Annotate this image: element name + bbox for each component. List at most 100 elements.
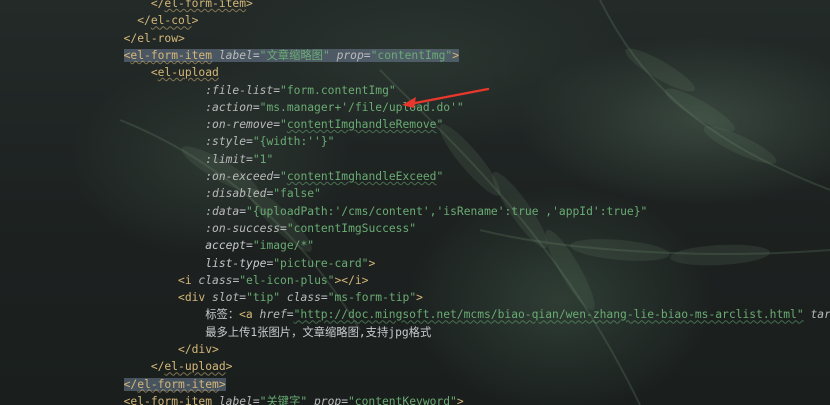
code-token: el-form-item — [164, 0, 247, 10]
code-token: prop — [329, 48, 364, 62]
code-token: list-type — [205, 256, 267, 270]
code-token: prop — [307, 394, 342, 405]
code-token: slot — [205, 291, 240, 305]
code-content: <div slot="tip" class="ms-form-tip"> — [178, 291, 423, 304]
code-content: <i class="el-icon-plus"></i> — [178, 274, 368, 287]
code-content: :on-remove="contentImghandleRemove" — [205, 118, 443, 131]
code-line[interactable]: list-type="picture-card"> — [110, 255, 375, 272]
code-content: :on-success="contentImgSuccess" — [205, 222, 416, 235]
code-line[interactable]: :on-remove="contentImghandleRemove" — [110, 116, 443, 133]
code-token: class — [280, 291, 321, 305]
code-content: :on-exceed="contentImghandleExceed" — [205, 170, 443, 183]
code-token: "el-icon-plus" — [239, 273, 335, 287]
code-token: <i — [178, 273, 192, 287]
code-content: </el-form-item> — [151, 0, 253, 10]
code-token: </ — [150, 360, 165, 374]
code-token: "contentImg" — [370, 48, 453, 62]
code-token: 最多上传1张图片，文章缩略图,支持jpg格式 — [205, 325, 432, 339]
code-token: " — [436, 118, 444, 132]
code-token: el-upload — [157, 66, 219, 80]
code-token: </ — [123, 377, 138, 391]
code-line[interactable]: </el-form-item> — [110, 376, 226, 393]
code-content: </el-col> — [137, 14, 198, 27]
code-token: > — [225, 360, 233, 374]
code-content: </div> — [178, 343, 219, 356]
code-token: = — [252, 100, 260, 114]
code-token: :style — [205, 135, 247, 149]
code-token: "contentImgSuccess" — [286, 221, 417, 235]
code-token: "picture-card" — [273, 256, 369, 270]
code-line[interactable]: </el-upload> — [110, 358, 233, 375]
code-content: :data="{uploadPath:'/cms/content','isRen… — [205, 205, 647, 218]
code-content: </el-row> — [124, 32, 185, 45]
code-line[interactable]: :file-list="form.contentImg" — [110, 82, 395, 99]
code-editor[interactable]: </el-form-item> </el-col> </el-row> <el-… — [0, 0, 830, 405]
code-token: > — [368, 256, 376, 270]
code-token: label — [212, 394, 253, 405]
code-content: :style="{width:''}" — [205, 135, 334, 148]
code-content: <el-form-item label="文章缩略图" prop="conten… — [123, 48, 460, 62]
code-token: = — [246, 152, 253, 166]
code-token: :action — [205, 100, 253, 114]
code-line[interactable]: 最多上传1张图片，文章缩略图,支持jpg格式 — [110, 324, 431, 341]
code-token: > — [246, 0, 253, 10]
code-line[interactable]: </el-col> — [110, 12, 198, 29]
code-line[interactable]: <i class="el-icon-plus"></i> — [110, 272, 368, 289]
code-line[interactable]: :disabled="false" — [110, 185, 321, 202]
code-token: > — [416, 291, 423, 305]
code-content: :disabled="false" — [205, 187, 321, 200]
code-line[interactable]: <el-upload — [110, 64, 219, 81]
code-content: :limit="1" — [205, 153, 273, 166]
code-token: " — [280, 170, 287, 183]
code-line[interactable]: <el-form-item label="文章缩略图" prop="conten… — [110, 47, 460, 64]
code-token: "1" — [252, 152, 274, 166]
code-line[interactable]: accept="image/*" — [110, 237, 314, 254]
code-line[interactable]: 标签：<a href="http://doc.mingsoft.net/mcms… — [110, 306, 830, 323]
code-token: </div> — [178, 343, 219, 356]
code-token: " — [436, 170, 444, 183]
code-token: "false" — [273, 187, 321, 201]
code-line[interactable]: <el-form-item label="关键字" prop="contentK… — [110, 393, 464, 405]
code-token: = — [252, 394, 260, 405]
code-token: :data — [205, 204, 240, 218]
code-token: = — [286, 308, 294, 322]
code-line[interactable]: </div> — [110, 341, 219, 358]
code-line[interactable]: :style="{width:''}" — [110, 133, 334, 150]
code-content: 最多上传1张图片，文章缩略图,支持jpg格式 — [205, 326, 431, 339]
code-token: :on-remove — [205, 118, 274, 132]
code-content: <el-upload — [151, 66, 219, 79]
code-token: accept — [205, 239, 247, 253]
code-token: contentImghandleExceed — [286, 170, 437, 183]
code-line[interactable]: :data="{uploadPath:'/cms/content','isRen… — [110, 203, 647, 220]
code-content: list-type="picture-card"> — [205, 257, 375, 270]
code-line[interactable]: </el-form-item> — [110, 0, 253, 12]
code-line[interactable]: :limit="1" — [110, 151, 273, 168]
code-line[interactable]: <div slot="tip" class="ms-form-tip"> — [110, 289, 423, 306]
code-token: label — [212, 48, 253, 62]
code-token: = — [246, 239, 253, 253]
code-token: el-form-item — [130, 394, 213, 405]
code-token: :file-list — [205, 83, 274, 97]
code-token: "文章缩略图" — [259, 48, 330, 62]
code-line[interactable]: :on-exceed="contentImghandleExceed" — [110, 168, 443, 185]
code-content: 标签：<a href="http://doc.mingsoft.net/mcms… — [205, 308, 830, 321]
code-token: "{uploadPath:'/cms/content','isRename':t… — [246, 204, 648, 218]
code-line[interactable]: </el-row> — [110, 30, 185, 47]
code-token: = — [246, 135, 253, 149]
code-token: = — [363, 48, 371, 62]
code-token: > — [218, 377, 226, 391]
code-token: > — [452, 48, 460, 62]
code-line[interactable]: :on-success="contentImgSuccess" — [110, 220, 416, 237]
